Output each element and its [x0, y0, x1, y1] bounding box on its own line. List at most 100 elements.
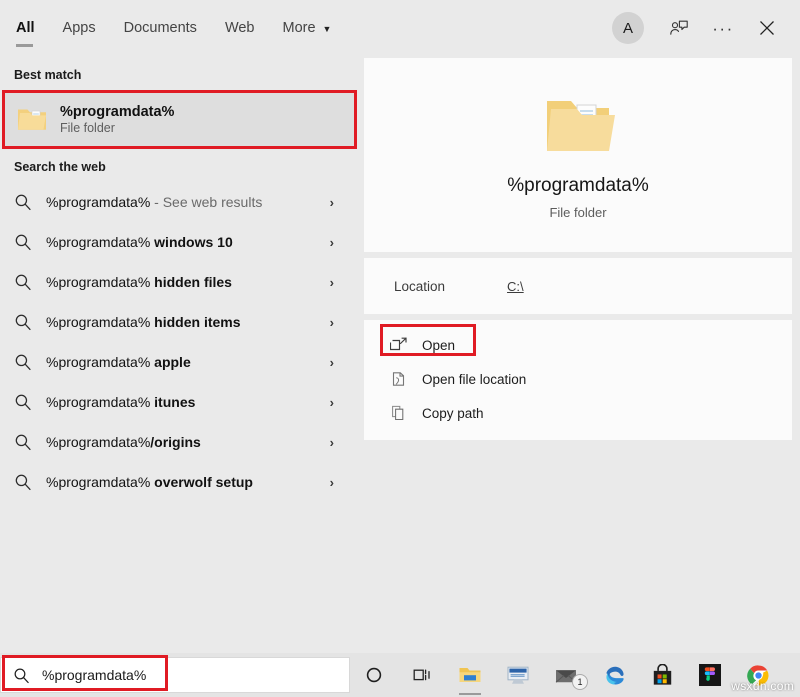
action-copy-path-label: Copy path [422, 406, 484, 421]
copy-path-icon [390, 404, 408, 422]
list-item[interactable]: %programdata% hidden files › [0, 262, 358, 302]
web-suffix-text: hidden files [154, 274, 232, 290]
chevron-right-icon: › [330, 315, 348, 330]
preview-location-card: Location C:\ [364, 258, 792, 314]
chevron-right-icon: › [330, 395, 348, 410]
tab-all[interactable]: All [0, 0, 49, 56]
more-options-button[interactable]: ··· [702, 7, 744, 49]
preview-hero-card: %programdata% File folder [364, 58, 792, 252]
search-icon [14, 433, 32, 451]
web-query-text: %programdata% [46, 274, 154, 290]
tab-more-label: More [283, 20, 316, 36]
search-icon [14, 393, 32, 411]
web-query-text: %programdata% [46, 194, 150, 210]
web-suffix-text: overwolf setup [154, 474, 253, 490]
ellipsis-icon: ··· [712, 20, 733, 37]
chevron-down-icon: ▼ [323, 24, 332, 34]
action-open-label: Open [422, 338, 455, 353]
list-item[interactable]: %programdata% windows 10 › [0, 222, 358, 262]
tab-more[interactable]: More ▼ [269, 0, 346, 56]
folder-icon [16, 104, 48, 134]
search-icon [14, 313, 32, 331]
microsoft-store-button[interactable] [638, 653, 686, 697]
chevron-right-icon: › [330, 475, 348, 490]
mail-button[interactable]: 1 [542, 653, 590, 697]
feedback-button[interactable] [658, 7, 700, 49]
remote-desktop-button[interactable] [494, 653, 542, 697]
file-explorer-button[interactable] [446, 653, 494, 697]
tab-documents[interactable]: Documents [110, 0, 211, 56]
list-item-label: %programdata% - See web results [46, 194, 316, 210]
chevron-right-icon: › [330, 275, 348, 290]
list-item[interactable]: %programdata% overwolf setup › [0, 462, 358, 502]
web-query-text: %programdata% [46, 354, 154, 370]
action-open[interactable]: Open [364, 328, 792, 362]
microsoft-store-icon [652, 664, 673, 686]
action-open-file-location[interactable]: Open file location [364, 362, 792, 396]
chevron-right-icon: › [330, 435, 348, 450]
best-match-subtitle: File folder [60, 121, 174, 135]
open-file-location-icon [390, 370, 408, 388]
taskbar-search-box[interactable]: %programdata% [0, 657, 350, 693]
windows-search-screen: All Apps Documents Web More ▼ A [0, 0, 800, 697]
search-icon [14, 353, 32, 371]
web-trailing-text: - See web results [150, 194, 262, 210]
search-body: Best match %programdata% File folder [0, 56, 800, 653]
task-view-icon [412, 666, 432, 684]
best-match-title: %programdata% [60, 104, 174, 120]
feedback-icon [669, 18, 689, 38]
search-icon [14, 273, 32, 291]
tab-documents-label: Documents [124, 20, 197, 36]
web-suffix-text: /origins [150, 434, 201, 450]
taskbar-icons: 1 [350, 653, 782, 697]
chevron-right-icon: › [330, 235, 348, 250]
search-icon [14, 473, 32, 491]
list-item-label: %programdata% hidden items [46, 314, 316, 330]
list-item-label: %programdata% itunes [46, 394, 316, 410]
list-item[interactable]: %programdata% itunes › [0, 382, 358, 422]
header-actions: A ··· [612, 7, 788, 49]
location-value-link[interactable]: C:\ [507, 279, 524, 294]
best-match-container: %programdata% File folder [2, 90, 354, 148]
tab-web[interactable]: Web [211, 0, 269, 56]
site-watermark: wsxdn.com [731, 679, 794, 693]
avatar-initial: A [623, 20, 633, 37]
list-item-label: %programdata%/origins [46, 434, 316, 450]
search-flyout: All Apps Documents Web More ▼ A [0, 0, 800, 653]
avatar[interactable]: A [612, 12, 644, 44]
chevron-right-icon: › [330, 355, 348, 370]
list-item-label: %programdata% windows 10 [46, 234, 316, 250]
web-query-text: %programdata% [46, 474, 154, 490]
best-match-result[interactable]: %programdata% File folder [2, 90, 354, 148]
tab-all-label: All [16, 20, 35, 36]
close-icon [758, 19, 776, 37]
list-item-label: %programdata% apple [46, 354, 316, 370]
list-item[interactable]: %programdata% - See web results › [0, 182, 358, 222]
open-icon [390, 336, 408, 354]
search-icon [13, 667, 30, 684]
search-input-value[interactable]: %programdata% [42, 667, 146, 683]
chevron-right-icon: › [330, 195, 348, 210]
file-explorer-icon [458, 665, 482, 685]
tab-apps[interactable]: Apps [49, 0, 110, 56]
list-item[interactable]: %programdata% apple › [0, 342, 358, 382]
web-results-list: %programdata% - See web results › %progr… [0, 182, 358, 502]
microsoft-edge-icon [603, 664, 626, 687]
figma-icon [699, 664, 721, 686]
web-suffix-text: apple [154, 354, 191, 370]
preview-actions-card: Open Open file location [364, 320, 792, 440]
figma-button[interactable] [686, 653, 734, 697]
list-item-label: %programdata% hidden files [46, 274, 316, 290]
list-item[interactable]: %programdata%/origins › [0, 422, 358, 462]
close-button[interactable] [746, 7, 788, 49]
list-item[interactable]: %programdata% hidden items › [0, 302, 358, 342]
cortana-button[interactable] [350, 653, 398, 697]
microsoft-edge-button[interactable] [590, 653, 638, 697]
search-filter-tabs: All Apps Documents Web More ▼ [0, 0, 612, 56]
web-query-text: %programdata% [46, 234, 154, 250]
preview-column: %programdata% File folder Location C:\ [358, 56, 800, 653]
task-view-button[interactable] [398, 653, 446, 697]
action-copy-path[interactable]: Copy path [364, 396, 792, 430]
search-the-web-heading: Search the web [0, 148, 358, 182]
preview-subtitle: File folder [549, 205, 606, 220]
